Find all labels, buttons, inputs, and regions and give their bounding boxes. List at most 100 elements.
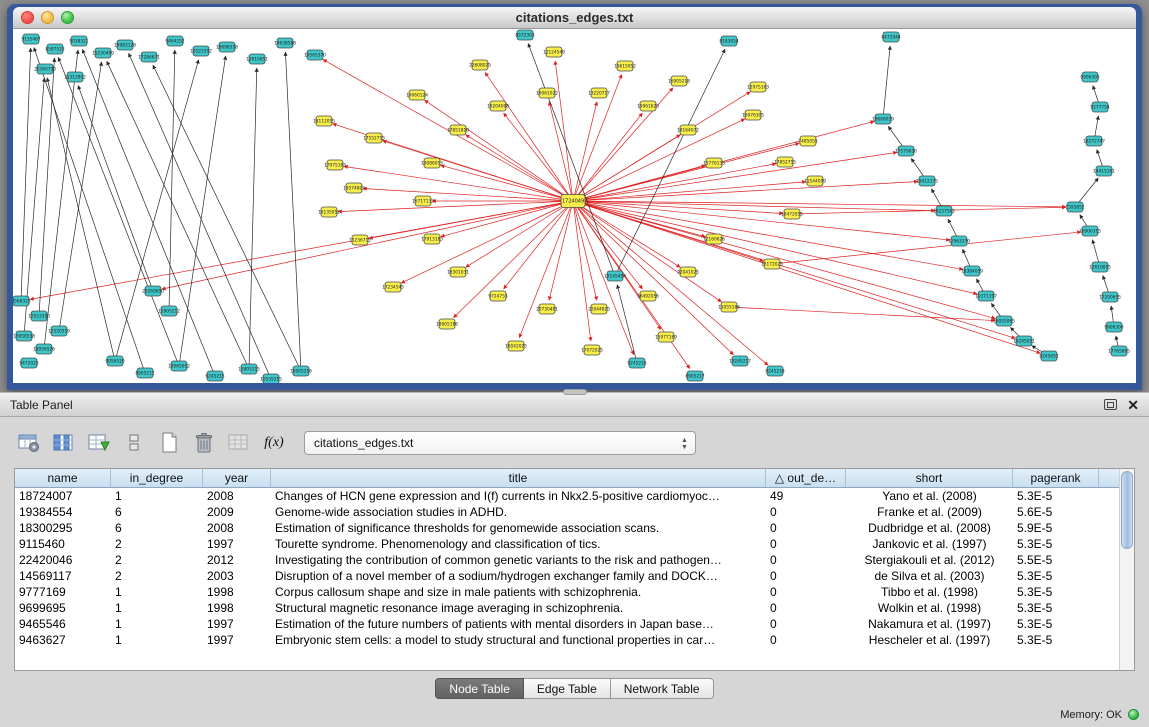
- cell[interactable]: 1: [111, 584, 203, 600]
- graph-node[interactable]: 16906315: [1079, 226, 1101, 236]
- graph-edge[interactable]: [883, 46, 890, 119]
- graph-edge[interactable]: [573, 201, 935, 211]
- cell[interactable]: Embryonic stem cells: a model to study s…: [271, 632, 766, 648]
- graph-node[interactable]: 17852755: [774, 157, 796, 167]
- graph-node[interactable]: 9135467: [21, 34, 40, 44]
- graph-node[interactable]: 16905218: [668, 76, 690, 86]
- cell[interactable]: 0: [766, 616, 846, 632]
- graph-node[interactable]: 13220717: [588, 88, 610, 98]
- graph-node[interactable]: 17913183: [421, 234, 443, 244]
- graph-node[interactable]: 20730481: [536, 304, 558, 314]
- column-header-title[interactable]: title: [271, 469, 766, 488]
- cell[interactable]: 0: [766, 632, 846, 648]
- graph-node[interactable]: 16717133: [412, 196, 434, 206]
- cell[interactable]: Yano et al. (2008): [846, 488, 1013, 504]
- graph-edge[interactable]: [59, 62, 102, 331]
- cell[interactable]: 14569117: [15, 568, 111, 584]
- graph-edge[interactable]: [729, 307, 995, 321]
- cell[interactable]: 2: [111, 568, 203, 584]
- cell[interactable]: 1997: [203, 616, 271, 632]
- graph-edge[interactable]: [424, 100, 573, 201]
- cell[interactable]: 19384554: [15, 504, 111, 520]
- graph-edge[interactable]: [453, 201, 573, 318]
- graph-edge[interactable]: [573, 201, 591, 341]
- table-select[interactable]: citations_edges.txt ▲▼: [304, 431, 696, 455]
- cell[interactable]: 0: [766, 520, 846, 536]
- column-header-out_de[interactable]: △ out_de…: [766, 469, 846, 488]
- graph-node[interactable]: 11544099: [804, 176, 826, 186]
- splitter-handle[interactable]: [563, 389, 587, 395]
- cell[interactable]: 2008: [203, 520, 271, 536]
- graph-node[interactable]: 15905215: [238, 364, 260, 374]
- graph-edge[interactable]: [162, 201, 573, 289]
- window-titlebar[interactable]: citations_edges.txt: [13, 7, 1136, 29]
- cell[interactable]: 5.3E-5: [1013, 536, 1099, 552]
- tab-network-table[interactable]: Network Table: [611, 678, 714, 699]
- graph-node[interactable]: 18384059: [961, 266, 983, 276]
- cell[interactable]: 6: [111, 520, 203, 536]
- cell[interactable]: Tourette syndrome. Phenomenology and cla…: [271, 536, 766, 552]
- graph-node[interactable]: 19145454: [604, 271, 626, 281]
- graph-node[interactable]: 18472055: [781, 209, 803, 219]
- graph-edge[interactable]: [485, 72, 573, 201]
- graph-node[interactable]: 19574803: [343, 183, 365, 193]
- graph-node[interactable]: 8905212: [135, 368, 154, 378]
- graph-node[interactable]: 19245217: [729, 356, 751, 366]
- table-row[interactable]: 969969511998Structural magnetic resonanc…: [15, 600, 1119, 616]
- graph-node[interactable]: 19961623: [637, 101, 659, 111]
- graph-node[interactable]: 16976305: [742, 110, 764, 120]
- graph-node[interactable]: 11312802: [64, 72, 86, 82]
- graph-edge[interactable]: [555, 61, 573, 201]
- graph-node[interactable]: 16905216: [290, 366, 312, 376]
- graph-node[interactable]: 8572303: [515, 30, 534, 40]
- graph-node[interactable]: 9038321: [69, 36, 88, 46]
- graph-node[interactable]: 19245051: [1013, 336, 1035, 346]
- graph-node[interactable]: 18668039: [872, 114, 894, 124]
- graph-node[interactable]: 15230499: [92, 48, 114, 58]
- cell[interactable]: 1: [111, 616, 203, 632]
- show-columns-icon[interactable]: [49, 428, 79, 458]
- table-options-icon[interactable]: [14, 428, 44, 458]
- row-list-icon[interactable]: [119, 428, 149, 458]
- cell[interactable]: 5.3E-5: [1013, 616, 1099, 632]
- table-row[interactable]: 977716911998Corpus callosum shape and si…: [15, 584, 1119, 600]
- cell[interactable]: 1: [111, 600, 203, 616]
- table-row[interactable]: 1938455462009Genome-wide association stu…: [15, 504, 1119, 520]
- cell[interactable]: 0: [766, 504, 846, 520]
- cell[interactable]: 2009: [203, 504, 271, 520]
- cell[interactable]: 5.3E-5: [1013, 488, 1099, 504]
- graph-node[interactable]: 22608025: [469, 60, 491, 70]
- graph-node[interactable]: 9245052: [1039, 351, 1058, 361]
- cell[interactable]: Stergiakouli et al. (2012): [846, 552, 1013, 568]
- graph-node[interactable]: 8183054: [719, 36, 738, 46]
- network-canvas[interactable]: 1724049160610221820409817851810190860531…: [13, 29, 1136, 383]
- cell[interactable]: 9699695: [15, 600, 111, 616]
- cell[interactable]: de Silva et al. (2003): [846, 568, 1013, 584]
- graph-edge[interactable]: [344, 166, 573, 201]
- cell[interactable]: 49: [766, 488, 846, 504]
- graph-node[interactable]: 18272747: [1083, 136, 1105, 146]
- cell[interactable]: Structural magnetic resonance image aver…: [271, 600, 766, 616]
- graph-node[interactable]: 12160626: [703, 234, 725, 244]
- cell[interactable]: Hescheler et al. (1997): [846, 632, 1013, 648]
- cell[interactable]: Changes of HCN gene expression and I(f) …: [271, 488, 766, 504]
- cell[interactable]: 2: [111, 536, 203, 552]
- graph-edge[interactable]: [573, 201, 722, 302]
- cell[interactable]: Estimation of the future numbers of pati…: [271, 616, 766, 632]
- cell[interactable]: 1998: [203, 584, 271, 600]
- graph-node[interactable]: 1595852: [1065, 202, 1084, 212]
- cell[interactable]: Corpus callosum shape and size in male p…: [271, 584, 766, 600]
- graph-node[interactable]: 25260650: [142, 286, 164, 296]
- cell[interactable]: 6: [111, 504, 203, 520]
- cell[interactable]: 2012: [203, 552, 271, 568]
- graph-node[interactable]: 22041025: [677, 267, 699, 277]
- table-row[interactable]: 911546021997Tourette syndrome. Phenomeno…: [15, 536, 1119, 552]
- tab-edge-table[interactable]: Edge Table: [524, 678, 611, 699]
- graph-node[interactable]: 10535215: [260, 374, 282, 383]
- graph-node[interactable]: 12610651: [246, 54, 268, 64]
- graph-node[interactable]: 9056520: [105, 356, 124, 366]
- graph-node[interactable]: 9245216: [627, 358, 646, 368]
- graph-node[interactable]: 12963370: [948, 236, 970, 246]
- graph-node[interactable]: 12520519: [48, 326, 70, 336]
- graph-node[interactable]: 19565370: [304, 50, 326, 60]
